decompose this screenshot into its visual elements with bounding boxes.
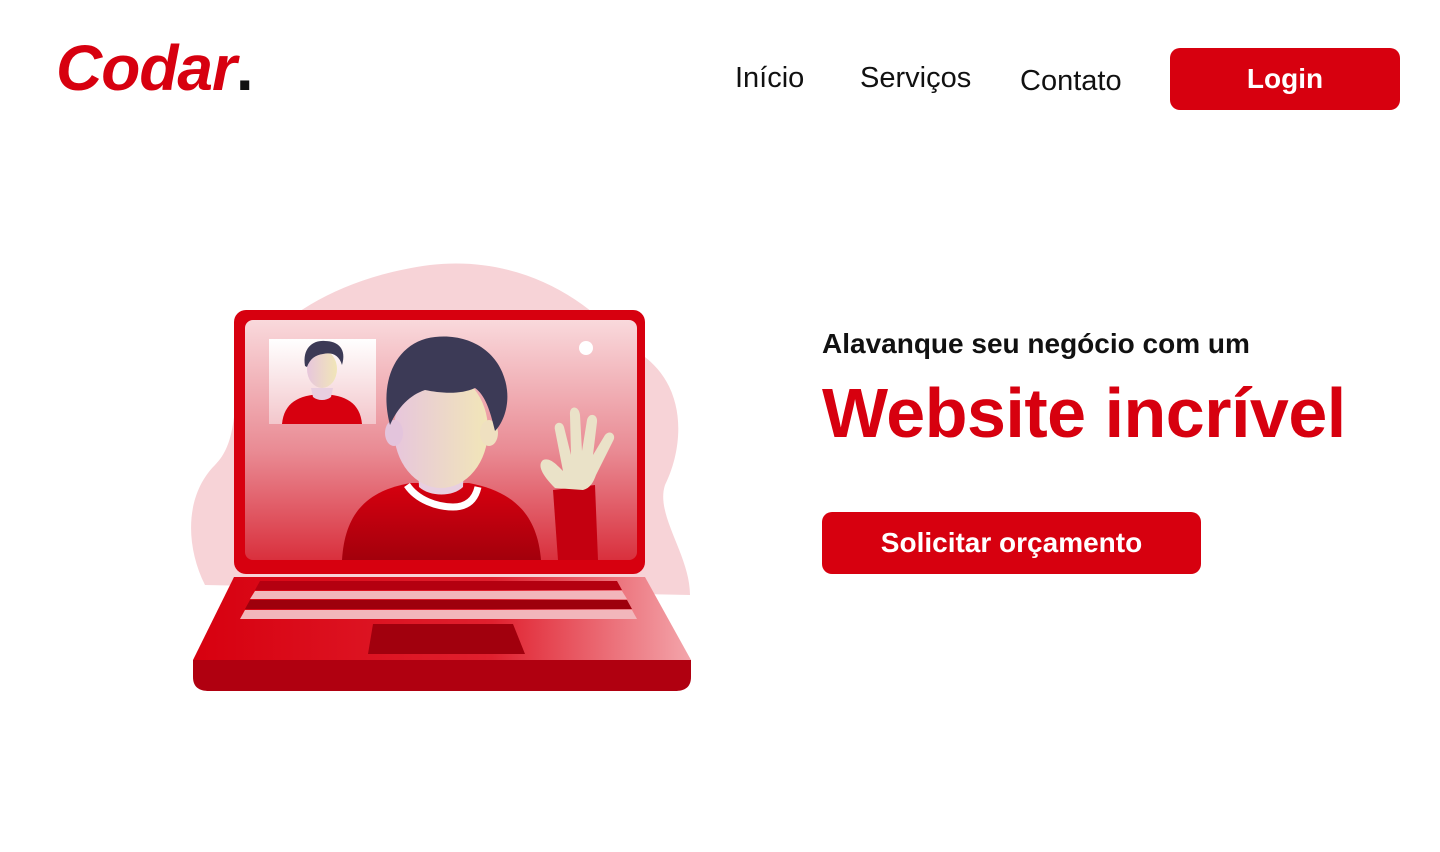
- request-quote-button[interactable]: Solicitar orçamento: [822, 512, 1201, 574]
- hero-title: Website incrível: [822, 374, 1346, 452]
- nav-link-servicos[interactable]: Serviços: [860, 62, 971, 95]
- camera-dot: [579, 341, 593, 355]
- keyboard-row: [245, 600, 632, 609]
- keyboard-row: [240, 610, 637, 619]
- nav-link-contato[interactable]: Contato: [1020, 65, 1122, 98]
- laptop-base-edge: [193, 660, 691, 691]
- login-button[interactable]: Login: [1170, 48, 1400, 110]
- keyboard-row: [250, 591, 627, 599]
- person-waving-arm: [553, 485, 598, 560]
- keyboard-row: [255, 581, 622, 590]
- laptop-video-call-svg: [191, 263, 691, 691]
- landing-page: Codar. Início Serviços Contato Login Ala…: [0, 0, 1440, 852]
- laptop-trackpad: [368, 624, 525, 654]
- laptop-video-call-illustration: [185, 255, 705, 705]
- nav-link-inicio[interactable]: Início: [735, 62, 804, 95]
- hero-subtitle: Alavanque seu negócio com um: [822, 328, 1250, 359]
